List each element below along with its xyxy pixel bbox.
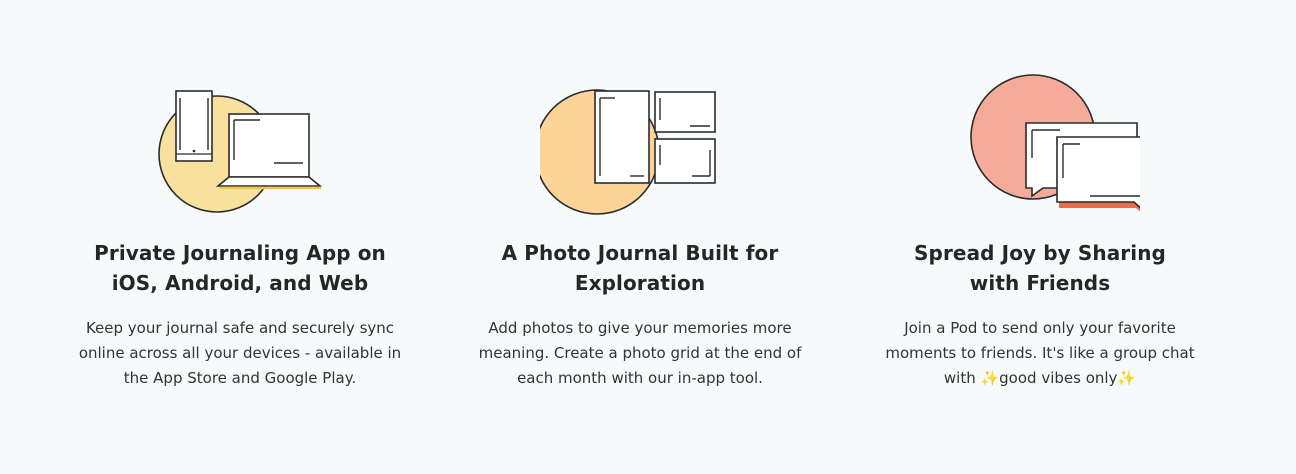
feature-description-line: moments to friends. It's like a group ch… xyxy=(885,344,1195,362)
feature-title-line: A Photo Journal Built for xyxy=(501,241,779,265)
feature-description: Add photos to give your memories more me… xyxy=(475,316,805,391)
feature-title: A Photo Journal Built for Exploration xyxy=(470,238,810,298)
feature-description-line: Add photos to give your memories more xyxy=(488,319,792,337)
feature-card-photo-journal: A Photo Journal Built for Exploration Ad… xyxy=(470,70,810,391)
devices-illustration-icon xyxy=(158,90,323,213)
feature-card-sharing: Spread Joy by Sharing with Friends Join … xyxy=(870,70,1210,391)
feature-description-line: each month with our in-app tool. xyxy=(517,369,763,387)
feature-title-line: Spread Joy by Sharing xyxy=(914,241,1166,265)
feature-description-line: online across all your devices - availab… xyxy=(78,344,402,362)
chat-bubbles-illustration-icon xyxy=(970,74,1140,212)
feature-description: Join a Pod to send only your favorite mo… xyxy=(875,316,1205,391)
feature-description-line: Keep your journal safe and securely sync xyxy=(85,319,395,337)
feature-description-line: with ✨good vibes only✨ xyxy=(943,369,1137,387)
feature-title-line: with Friends xyxy=(969,271,1111,295)
feature-card-devices: Private Journaling App on iOS, Android, … xyxy=(70,70,410,391)
feature-description-line: meaning. Create a photo grid at the end … xyxy=(478,344,802,362)
feature-title-line: Private Journaling App on xyxy=(94,241,386,265)
features-section: Private Journaling App on iOS, Android, … xyxy=(0,0,1296,474)
feature-description-line: Join a Pod to send only your favorite xyxy=(904,319,1176,337)
feature-title-line: Exploration xyxy=(574,271,706,295)
feature-description-line: the App Store and Google Play. xyxy=(123,369,357,387)
feature-title: Spread Joy by Sharing with Friends xyxy=(870,238,1210,298)
feature-title: Private Journaling App on iOS, Android, … xyxy=(70,238,410,298)
photo-grid-illustration-icon xyxy=(540,89,716,215)
feature-title-line: iOS, Android, and Web xyxy=(111,271,369,295)
feature-description: Keep your journal safe and securely sync… xyxy=(75,316,405,391)
